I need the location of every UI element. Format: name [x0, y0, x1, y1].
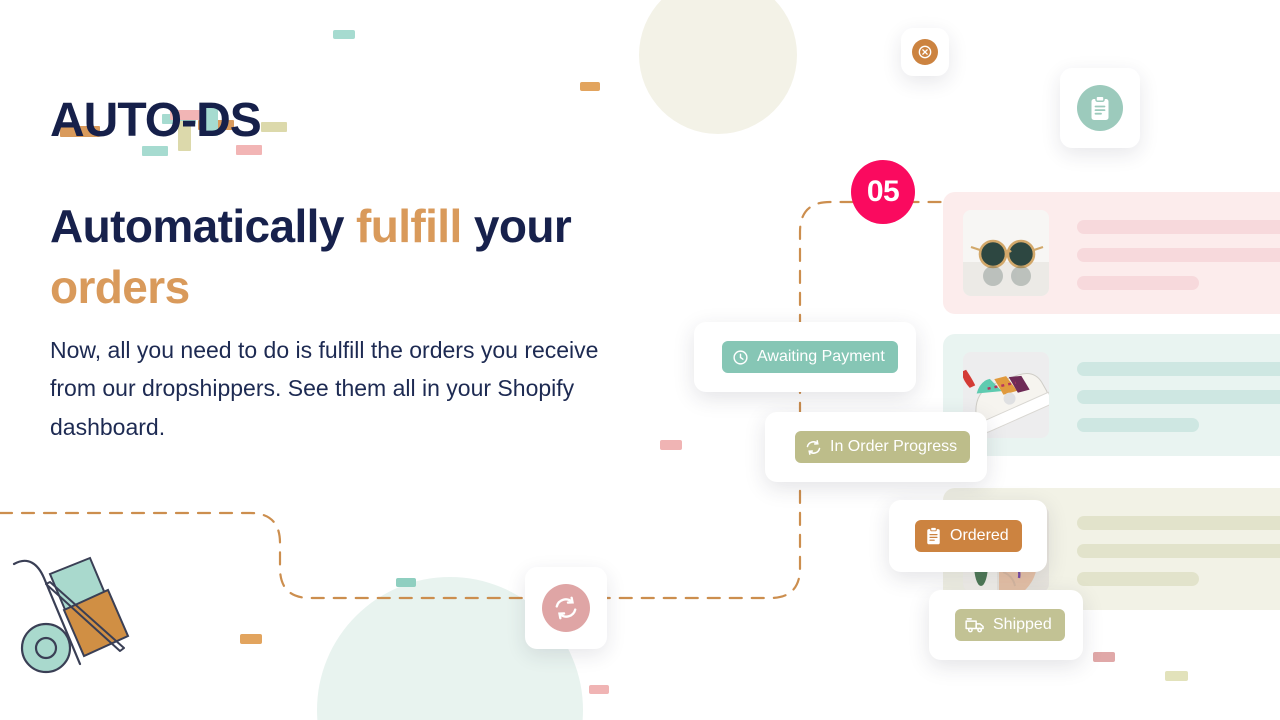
clipboard-icon: [1077, 85, 1123, 131]
placeholder-line: [1077, 516, 1280, 530]
status-badge-awaiting-payment: Awaiting Payment: [722, 341, 898, 373]
placeholder-line: [1077, 220, 1280, 234]
decoration-rect: [240, 634, 262, 644]
clock-icon: [733, 349, 748, 365]
placeholder-line: [1077, 418, 1199, 432]
order-card-sneaker[interactable]: [943, 334, 1280, 456]
truck-icon: [965, 618, 984, 633]
placeholder-line: [1077, 276, 1199, 290]
status-card-ordered[interactable]: Ordered: [889, 500, 1047, 572]
placeholder-lines: [1077, 220, 1280, 304]
status-badge-shipped: Shipped: [955, 609, 1065, 641]
floating-tile-cancel[interactable]: [901, 28, 949, 76]
status-card-shipped[interactable]: Shipped: [929, 590, 1083, 660]
step-number-badge: 05: [851, 160, 915, 224]
page-description: Now, all you need to do is fulfill the o…: [50, 337, 599, 440]
status-label: Shipped: [993, 616, 1052, 633]
placeholder-lines: [1077, 516, 1280, 600]
status-badge-in-order-progress: In Order Progress: [795, 431, 971, 463]
decoration-rect: [660, 440, 682, 450]
decoration-rect: [589, 685, 609, 694]
headline-accent-fulfill: fulfill: [356, 200, 462, 252]
hand-truck-illustration: [12, 556, 130, 674]
logo-text: AUTO-DS: [50, 94, 262, 147]
decoration-rect: [333, 30, 355, 39]
status-card-in-order-progress[interactable]: In Order Progress: [765, 412, 987, 482]
status-label: Ordered: [950, 527, 1009, 544]
page-title: Automatically fulfill your orders: [50, 196, 690, 317]
order-card-sunglasses[interactable]: [943, 192, 1280, 314]
placeholder-lines: [1077, 362, 1280, 446]
clipboard-icon: [927, 527, 940, 545]
headline-segment-2: your: [461, 200, 572, 252]
placeholder-line: [1077, 572, 1199, 586]
sync-icon: [806, 439, 821, 455]
status-label: Awaiting Payment: [757, 348, 885, 365]
cancel-circle-icon: [912, 39, 938, 65]
logo-decoration-rect: [261, 122, 287, 132]
headline-accent-orders: orders: [50, 260, 190, 313]
sync-icon: [542, 584, 590, 632]
placeholder-line: [1077, 362, 1280, 376]
hero-slide: AUTO-DS Automatically fulfill your order…: [0, 0, 1280, 720]
floating-tile-sync[interactable]: [525, 567, 607, 649]
placeholder-line: [1077, 248, 1280, 262]
placeholder-line: [1077, 544, 1280, 558]
floating-tile-clipboard[interactable]: [1060, 68, 1140, 148]
decoration-rect: [1165, 671, 1188, 681]
beige-circle-decoration: [639, 0, 797, 134]
placeholder-line: [1077, 390, 1280, 404]
decoration-rect: [396, 578, 416, 587]
decoration-rect: [1093, 652, 1115, 662]
status-card-awaiting-payment[interactable]: Awaiting Payment: [694, 322, 916, 392]
status-label: In Order Progress: [830, 438, 958, 455]
status-badge-ordered: Ordered: [915, 520, 1022, 552]
brand-logo[interactable]: AUTO-DS: [50, 90, 310, 156]
headline-segment-1: Automatically: [50, 200, 357, 252]
decoration-rect: [580, 82, 600, 91]
product-thumbnail-sunglasses: [963, 210, 1049, 296]
